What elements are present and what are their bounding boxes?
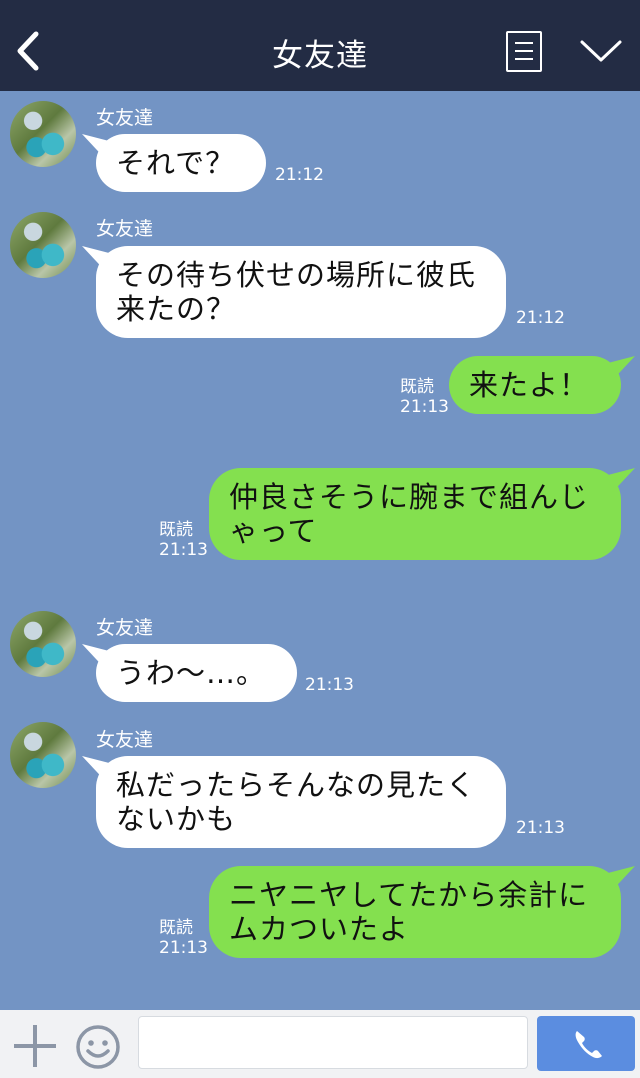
menu-icon xyxy=(515,42,533,44)
message-text: うわ〜…。 xyxy=(116,656,267,690)
message-time: 21:13 xyxy=(400,397,449,417)
collapse-button[interactable] xyxy=(578,36,624,66)
read-receipt: 既読 xyxy=(400,377,434,397)
message-text: それで？ xyxy=(116,146,236,180)
message-text: 仲良さそうに腕まで組んじ xyxy=(229,480,590,514)
read-receipt: 既読 xyxy=(159,918,193,938)
message-text: その待ち伏せの場所に彼氏 xyxy=(116,258,477,292)
chat-header: 女友達 xyxy=(0,0,640,91)
message-time: 21:13 xyxy=(159,938,208,958)
message-text: ニヤニヤしてたから余計に xyxy=(229,878,589,912)
avatar[interactable] xyxy=(10,722,76,788)
message-text: 私だったらそんなの見たく xyxy=(116,768,477,802)
message-time: 21:13 xyxy=(516,818,565,838)
sender-name: 女友達 xyxy=(96,218,154,240)
message-bubble-outgoing[interactable]: 来たよ！ xyxy=(449,356,621,414)
plus-button[interactable] xyxy=(14,1025,56,1067)
message-meta: 既読 21:13 xyxy=(400,377,449,417)
message-text: 来たよ！ xyxy=(469,368,590,402)
message-meta: 既読 21:13 xyxy=(159,520,208,560)
message-text: ゃって xyxy=(229,514,318,548)
phone-icon xyxy=(575,1031,602,1059)
avatar[interactable] xyxy=(10,101,76,167)
emoji-button[interactable] xyxy=(75,1024,121,1070)
message-bubble-incoming[interactable]: それで？ xyxy=(96,134,266,192)
sender-name: 女友達 xyxy=(96,617,154,639)
chevron-down-icon xyxy=(580,40,622,62)
message-meta: 既読 21:13 xyxy=(159,918,208,958)
message-text: ムカついたよ xyxy=(229,912,410,946)
chat-title: 女友達 xyxy=(272,38,368,74)
message-bubble-outgoing[interactable]: 仲良さそうに腕まで組んじ ゃって xyxy=(209,468,621,560)
avatar[interactable] xyxy=(10,611,76,677)
input-bar xyxy=(0,1010,640,1078)
message-bubble-incoming[interactable]: その待ち伏せの場所に彼氏 来たの？ xyxy=(96,246,506,338)
message-time: 21:13 xyxy=(159,540,208,560)
message-input[interactable] xyxy=(138,1016,528,1069)
read-receipt: 既読 xyxy=(159,520,193,540)
smiley-icon xyxy=(76,1025,120,1069)
call-button[interactable] xyxy=(537,1016,635,1071)
avatar[interactable] xyxy=(10,212,76,278)
message-time: 21:12 xyxy=(516,308,565,328)
sender-name: 女友達 xyxy=(96,107,154,129)
message-time: 21:13 xyxy=(305,675,354,695)
message-bubble-outgoing[interactable]: ニヤニヤしてたから余計に ムカついたよ xyxy=(209,866,621,958)
message-text: ないかも xyxy=(116,802,237,836)
message-text: 来たの？ xyxy=(116,292,237,326)
sender-name: 女友達 xyxy=(96,729,154,751)
menu-button[interactable] xyxy=(506,31,542,72)
message-bubble-incoming[interactable]: うわ〜…。 xyxy=(96,644,297,702)
message-bubble-incoming[interactable]: 私だったらそんなの見たく ないかも xyxy=(96,756,506,848)
message-time: 21:12 xyxy=(275,165,324,185)
